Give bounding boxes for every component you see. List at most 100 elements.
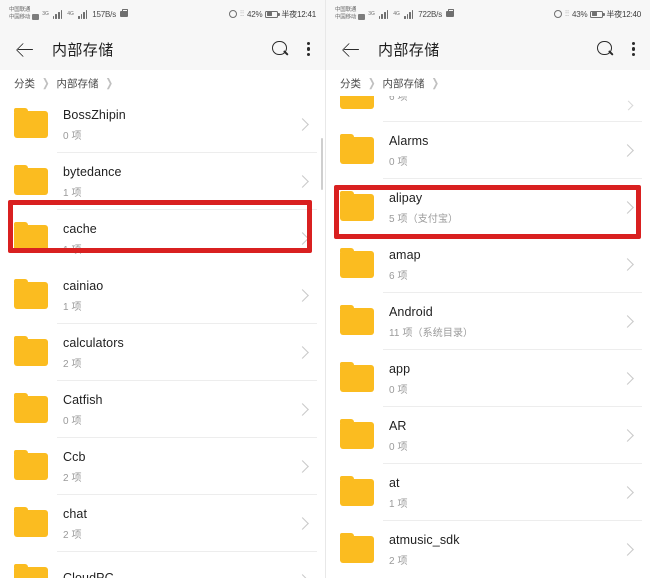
folder-item-count: 6 项 bbox=[389, 96, 408, 103]
folder-item-count: 2 项 bbox=[63, 529, 82, 541]
list-item-text: Ccb 2 项 bbox=[63, 450, 86, 484]
work-profile-icon bbox=[120, 8, 129, 18]
list-item-highlighted[interactable]: alipay 5 项（支付宝） bbox=[326, 179, 650, 236]
folder-item-count: 0 项 bbox=[389, 156, 408, 168]
folder-item-count: 2 项 bbox=[63, 472, 82, 484]
scrollbar-thumb[interactable] bbox=[320, 138, 323, 190]
carrier-2: 中国移动 bbox=[9, 14, 31, 21]
carrier-2: 中国移动 bbox=[335, 14, 357, 21]
list-item[interactable]: amap 6 项 bbox=[326, 236, 650, 293]
list-item[interactable]: calculators 2 项 bbox=[0, 324, 325, 381]
folder-item-count: 5 项（支付宝） bbox=[389, 213, 459, 225]
chevron-right-icon bbox=[296, 574, 309, 578]
folder-icon bbox=[14, 107, 48, 138]
overflow-menu-icon[interactable] bbox=[307, 41, 311, 58]
alarm-icon bbox=[228, 10, 237, 18]
chevron-right-icon bbox=[296, 289, 309, 302]
folder-icon bbox=[340, 475, 374, 506]
list-item[interactable]: bytedance 1 项 bbox=[0, 153, 325, 210]
breadcrumb-item-1[interactable]: 内部存储 bbox=[57, 76, 99, 91]
folder-icon bbox=[340, 304, 374, 335]
list-item-text: Catfish 0 项 bbox=[63, 393, 103, 427]
overflow-menu-icon[interactable] bbox=[632, 41, 636, 58]
chevron-right-icon bbox=[621, 372, 634, 385]
folder-icon bbox=[14, 449, 48, 480]
list-item-text: cache 1 项 bbox=[63, 222, 97, 256]
breadcrumb-item-0[interactable]: 分类 bbox=[14, 76, 35, 91]
list-item[interactable]: cainiao 1 项 bbox=[0, 267, 325, 324]
list-item-text: app 0 项 bbox=[389, 362, 410, 396]
folder-item-count: 0 项 bbox=[63, 415, 82, 427]
folder-icon bbox=[14, 392, 48, 423]
folder-name: cainiao bbox=[63, 278, 104, 293]
list-item-text: chat 2 项 bbox=[63, 507, 87, 541]
list-item[interactable]: Ccb 2 项 bbox=[0, 438, 325, 495]
status-bar: 中国联通 中国移动 3G 4G 722B/s ⫶⫶ 43% 半夜12:40 bbox=[326, 0, 650, 28]
search-icon[interactable] bbox=[272, 40, 289, 58]
folder-item-count: 0 项 bbox=[389, 441, 408, 453]
signal-bars-icon-2 bbox=[403, 10, 414, 19]
list-item[interactable]: Alarms 0 项 bbox=[326, 122, 650, 179]
chevron-right-icon bbox=[621, 201, 634, 214]
folder-item-count: 1 项 bbox=[389, 498, 408, 510]
battery-icon bbox=[265, 10, 280, 18]
list-item[interactable]: CloudPC bbox=[0, 552, 325, 578]
folder-icon bbox=[14, 335, 48, 366]
folder-icon bbox=[14, 278, 48, 309]
chevron-right-icon bbox=[296, 232, 309, 245]
folder-item-count: 2 项 bbox=[63, 358, 82, 370]
list-item[interactable]: AR 0 项 bbox=[326, 407, 650, 464]
file-list[interactable]: 6 项 Alarms 0 项 alipay 5 项（支付宝） amap 6 项 … bbox=[326, 96, 650, 578]
left-phone-screen: 中国联通 中国移动 3G 4G 157B/s ⫶⫶ 42% 半夜12:41 内部… bbox=[0, 0, 325, 578]
chevron-right-icon bbox=[296, 175, 309, 188]
folder-item-count: 11 项（系统目录） bbox=[389, 327, 474, 339]
list-item-text: cainiao 1 项 bbox=[63, 279, 103, 313]
list-item[interactable]: BossZhipin 0 项 bbox=[0, 96, 325, 153]
back-arrow-icon[interactable] bbox=[14, 38, 36, 60]
right-phone-screen: 中国联通 中国移动 3G 4G 722B/s ⫶⫶ 43% 半夜12:40 内部… bbox=[325, 0, 650, 578]
vibrate-icon: ⫶⫶ bbox=[564, 9, 569, 18]
folder-name: atmusic_sdk bbox=[389, 532, 460, 547]
folder-name: at bbox=[389, 475, 400, 490]
list-item[interactable]: Catfish 0 项 bbox=[0, 381, 325, 438]
list-item[interactable]: Android 11 项（系统目录） bbox=[326, 293, 650, 350]
list-item-text: at 1 项 bbox=[389, 476, 408, 510]
list-item-text: Alarms 0 项 bbox=[389, 134, 429, 168]
folder-name: CloudPC bbox=[63, 571, 114, 578]
chevron-right-icon bbox=[621, 258, 634, 271]
page-title: 内部存储 bbox=[52, 41, 114, 59]
signal-bars-icon-2 bbox=[77, 10, 88, 19]
search-icon[interactable] bbox=[597, 40, 614, 58]
folder-icon bbox=[14, 164, 48, 195]
status-bar-right: ⫶⫶ 42% 半夜12:41 bbox=[228, 9, 316, 20]
carrier-labels: 中国联通 中国移动 bbox=[335, 7, 366, 21]
dual-screenshot-comparison: 中国联通 中国移动 3G 4G 157B/s ⫶⫶ 42% 半夜12:41 内部… bbox=[0, 0, 650, 578]
list-item-text: Android 11 项（系统目录） bbox=[389, 305, 473, 339]
list-item[interactable]: atmusic_sdk 2 项 bbox=[326, 521, 650, 578]
list-item-partial[interactable]: 6 项 bbox=[326, 96, 650, 122]
folder-item-count: 6 项 bbox=[389, 270, 408, 282]
chevron-right-icon bbox=[621, 486, 634, 499]
folder-name: Android bbox=[389, 304, 433, 319]
clock: 半夜12:41 bbox=[281, 9, 316, 19]
breadcrumb-item-1[interactable]: 内部存储 bbox=[383, 76, 425, 91]
folder-icon bbox=[340, 361, 374, 392]
file-list[interactable]: BossZhipin 0 项 bytedance 1 项 cache 1 项 c… bbox=[0, 96, 325, 578]
vibrate-icon: ⫶⫶ bbox=[239, 9, 244, 18]
folder-icon bbox=[340, 532, 374, 563]
list-item[interactable]: chat 2 项 bbox=[0, 495, 325, 552]
list-item[interactable]: at 1 项 bbox=[326, 464, 650, 521]
list-item-highlighted[interactable]: cache 1 项 bbox=[0, 210, 325, 267]
list-item-text: alipay 5 项（支付宝） bbox=[389, 191, 458, 225]
chevron-right-icon bbox=[621, 144, 634, 157]
breadcrumb-item-0[interactable]: 分类 bbox=[340, 76, 361, 91]
chevron-right-icon bbox=[621, 543, 634, 556]
folder-name: bytedance bbox=[63, 164, 122, 179]
list-item[interactable]: app 0 项 bbox=[326, 350, 650, 407]
work-profile-icon bbox=[446, 8, 455, 18]
alarm-icon bbox=[553, 10, 562, 18]
chevron-right-icon: ❯ bbox=[368, 76, 376, 89]
folder-item-count: 1 项 bbox=[63, 301, 82, 313]
chevron-right-icon bbox=[621, 315, 634, 328]
back-arrow-icon[interactable] bbox=[340, 38, 362, 60]
